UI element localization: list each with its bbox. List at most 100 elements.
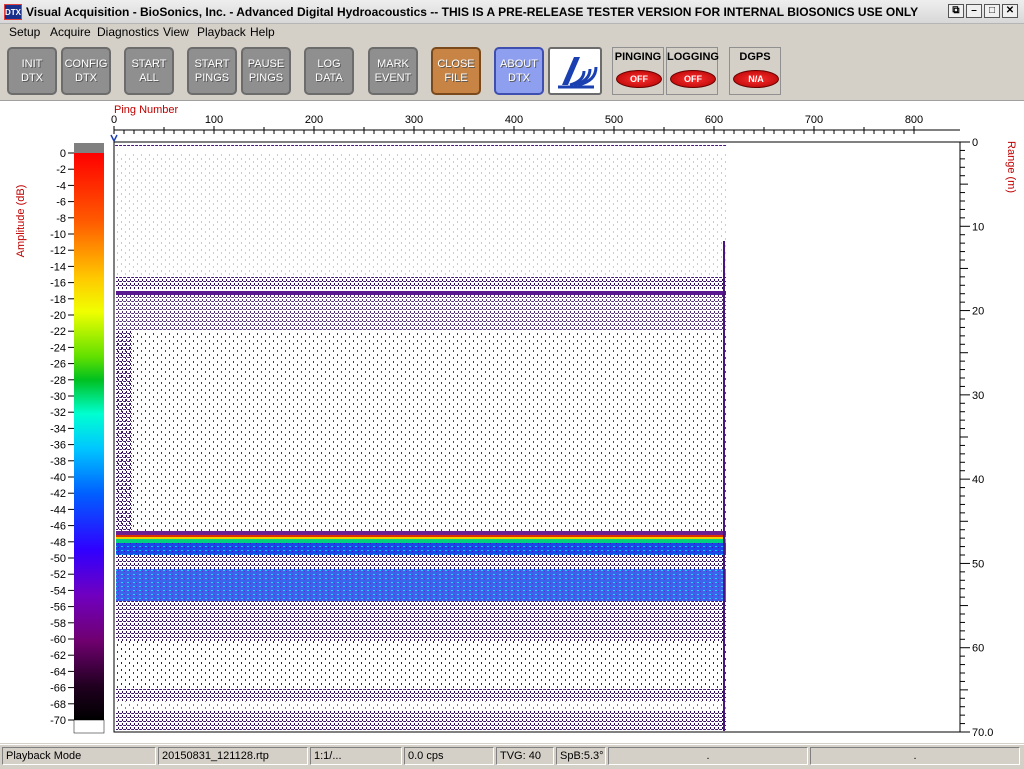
amplitude-tick-label: -28	[50, 375, 66, 387]
menu-acquire[interactable]: Acquire	[50, 25, 91, 39]
restore-button[interactable]: ⧉	[948, 4, 964, 18]
pinging-indicator: PINGING OFF	[612, 47, 664, 95]
amplitude-tick-label: -50	[50, 553, 66, 565]
amplitude-tick-label: -64	[50, 666, 66, 678]
amplitude-tick-label: 0	[60, 148, 66, 160]
minimize-button[interactable]: –	[966, 4, 982, 18]
status-mode: Playback Mode	[2, 747, 156, 765]
amplitude-tick-label: -16	[50, 278, 66, 290]
amplitude-tick-label: -30	[50, 391, 66, 403]
amplitude-tick-label: -60	[50, 634, 66, 646]
amplitude-tick-label: -66	[50, 683, 66, 695]
ping-tick-label: 400	[505, 114, 523, 126]
amplitude-tick-label: -2	[56, 164, 66, 176]
amplitude-tick-label: -4	[56, 180, 66, 192]
amplitude-tick-label: -32	[50, 407, 66, 419]
amplitude-tick-label: -18	[50, 294, 66, 306]
amplitude-tick-label: -70	[50, 715, 66, 727]
status-extra-2: .	[810, 747, 1020, 765]
menu-view[interactable]: View	[163, 25, 189, 39]
amplitude-tick-label: -24	[50, 342, 66, 354]
init-dtx-button[interactable]: INIT DTX	[7, 47, 57, 95]
range-tick-label: 60	[972, 643, 984, 655]
ping-tick-label: 700	[805, 114, 823, 126]
amplitude-tick-label: -36	[50, 440, 66, 452]
amplitude-tick-label: -26	[50, 359, 66, 371]
range-axis-title: Range (m)	[1005, 141, 1017, 193]
ping-tick-label: 0	[111, 114, 117, 126]
title-bar: DTX Visual Acquisition - BioSonics, Inc.…	[0, 0, 1024, 24]
close-file-button[interactable]: CLOSE FILE	[431, 47, 481, 95]
amplitude-tick-label: -58	[50, 618, 66, 630]
toolbar: INIT DTX CONFIG DTX START ALL START PING…	[0, 42, 1024, 101]
range-tick-label: 30	[972, 390, 984, 402]
status-cps: 0.0 cps	[404, 747, 494, 765]
range-tick-label: 10	[972, 221, 984, 233]
range-tick-label: 0	[972, 137, 978, 149]
close-button[interactable]: ✕	[1002, 4, 1018, 18]
amplitude-tick-label: -54	[50, 585, 66, 597]
menu-diagnostics[interactable]: Diagnostics	[97, 25, 159, 39]
colorbar-underflow	[73, 719, 105, 734]
range-tick-label: 20	[972, 306, 984, 318]
amplitude-tick-label: -10	[50, 229, 66, 241]
amplitude-tick-label: -46	[50, 521, 66, 533]
ping-cursor-icon[interactable]	[110, 134, 118, 143]
dgps-lamp-icon: N/A	[733, 70, 779, 88]
app-icon[interactable]: DTX	[4, 4, 22, 20]
status-file: 20150831_121128.rtp	[158, 747, 308, 765]
range-tick-label: 50	[972, 558, 984, 570]
config-dtx-button[interactable]: CONFIG DTX	[61, 47, 111, 95]
range-tick-label: 70.0	[972, 727, 993, 739]
echogram-chart[interactable]: Ping Number Amplitude (dB) Range (m) 0 -2…	[0, 101, 1024, 743]
menu-bar: Setup Acquire Diagnostics View Playback …	[0, 24, 1024, 42]
amplitude-tick-label: -8	[56, 213, 66, 225]
window-title: Visual Acquisition - BioSonics, Inc. - A…	[26, 5, 919, 19]
dgps-label: DGPS	[739, 51, 771, 63]
dgps-indicator: DGPS N/A	[729, 47, 781, 95]
ping-tick-label: 300	[405, 114, 423, 126]
logging-label: LOGGING	[667, 51, 719, 63]
biosonics-logo-icon[interactable]	[548, 47, 602, 95]
amplitude-tick-label: -56	[50, 602, 66, 614]
ping-tick-label: 500	[605, 114, 623, 126]
amplitude-tick-label: -62	[50, 650, 66, 662]
pause-pings-button[interactable]: PAUSE PINGS	[241, 47, 291, 95]
ping-tick-label: 200	[305, 114, 323, 126]
amplitude-tick-label: -20	[50, 310, 66, 322]
colorbar	[74, 153, 104, 720]
about-dtx-button[interactable]: ABOUT DTX	[494, 47, 544, 95]
ping-tick-label: 800	[905, 114, 923, 126]
start-all-button[interactable]: START ALL	[124, 47, 174, 95]
log-data-button[interactable]: LOG DATA	[304, 47, 354, 95]
status-extra-1: .	[608, 747, 808, 765]
start-pings-button[interactable]: START PINGS	[187, 47, 237, 95]
amplitude-tick-label: -68	[50, 699, 66, 711]
maximize-button[interactable]: □	[984, 4, 1000, 18]
ping-tick-label: 100	[205, 114, 223, 126]
mark-event-button[interactable]: MARK EVENT	[368, 47, 418, 95]
amplitude-tick-label: -12	[50, 245, 66, 257]
ping-tick-label: 600	[705, 114, 723, 126]
status-ratio: 1:1/...	[310, 747, 402, 765]
amplitude-tick-label: -38	[50, 456, 66, 468]
pinging-label: PINGING	[614, 51, 662, 63]
menu-help[interactable]: Help	[250, 25, 275, 39]
logging-indicator: LOGGING OFF	[666, 47, 719, 95]
echogram-panel[interactable]: Ping Number Amplitude (dB) Range (m) 0 -2…	[0, 101, 1024, 743]
amplitude-ticks: 0 -2 -4 -6 -8 -10 -12 -14 -16 -18 -20 -22 -24 -26 -28 -…	[50, 148, 74, 727]
menu-playback[interactable]: Playback	[197, 25, 246, 39]
amplitude-tick-label: -22	[50, 326, 66, 338]
ping-ticks: 0 100 200 300 400 500 600 700 800	[111, 114, 923, 134]
amplitude-tick-label: -48	[50, 537, 66, 549]
amplitude-tick-label: -34	[50, 423, 66, 435]
ping-number-axis-title: Ping Number	[114, 104, 179, 116]
amplitude-tick-label: -42	[50, 488, 66, 500]
status-bar: Playback Mode 20150831_121128.rtp 1:1/..…	[0, 744, 1024, 769]
range-ticks: 0 10 20 30 40 50 60 70.0	[959, 137, 993, 739]
menu-setup[interactable]: Setup	[9, 25, 40, 39]
pinging-lamp-icon: OFF	[616, 70, 662, 88]
amplitude-tick-label: -44	[50, 504, 66, 516]
amplitude-axis-title: Amplitude (dB)	[15, 185, 27, 258]
status-spb: SpB:5.3°	[556, 747, 606, 765]
